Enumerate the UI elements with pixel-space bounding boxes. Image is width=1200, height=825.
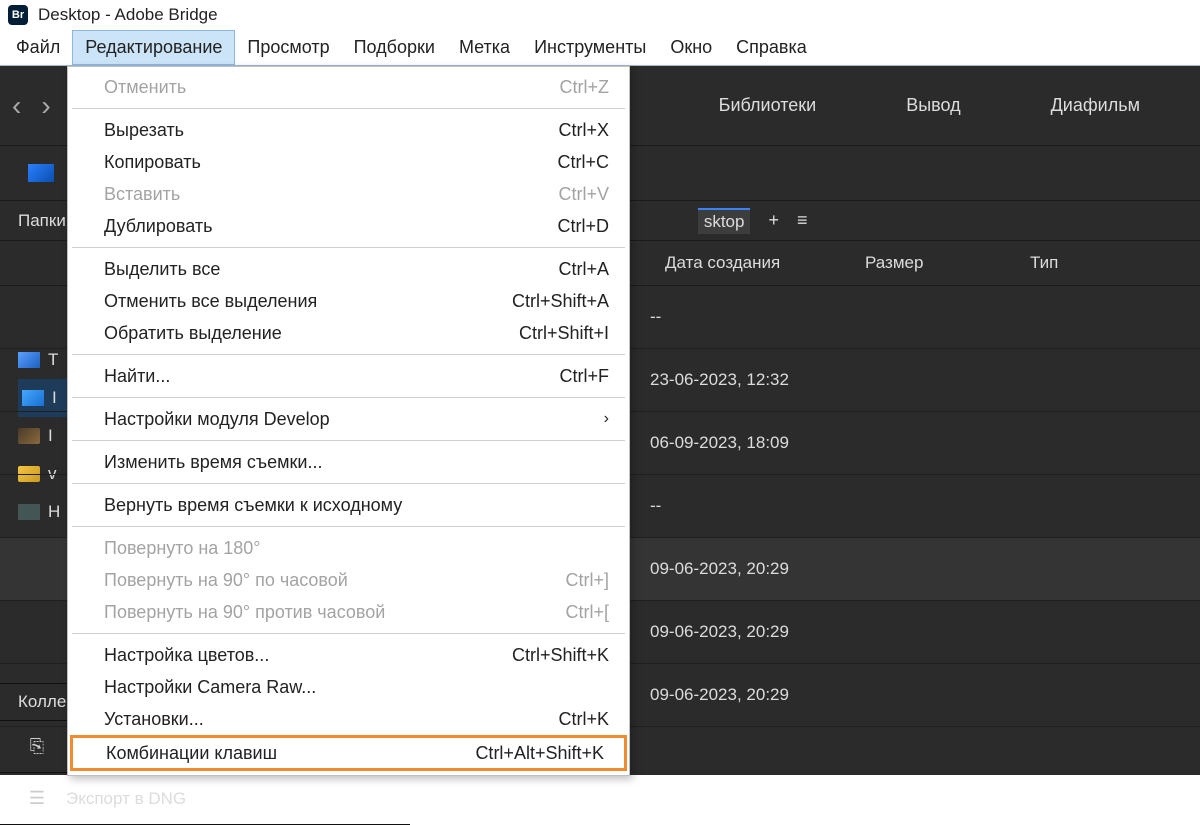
menu-item-shortcut: Ctrl+[ [565, 602, 609, 623]
tab-filmstrip[interactable]: Диафильм [1051, 95, 1140, 116]
export-dng-item[interactable]: ☰ Экспорт в DNG [0, 773, 410, 825]
menu-item-shortcut: Ctrl+X [558, 120, 609, 141]
list-icon: ☰ [26, 790, 48, 808]
hamburger-icon[interactable]: ≡ [797, 210, 808, 231]
col-size[interactable]: Размер [865, 253, 1030, 273]
menu-item[interactable]: Выделить все Ctrl+A [68, 253, 629, 285]
menu-item[interactable]: Отменить все выделения Ctrl+Shift+A [68, 285, 629, 317]
menu-item-shortcut: Ctrl+V [558, 184, 609, 205]
menu-item-label: Изменить время съемки... [104, 452, 322, 473]
col-date[interactable]: Дата создания [665, 253, 865, 273]
menu-tools[interactable]: Инструменты [522, 30, 658, 65]
menu-item[interactable]: Обратить выделение Ctrl+Shift+I [68, 317, 629, 349]
menu-item: Повернуть на 90° по часовой Ctrl+] [68, 564, 629, 596]
file-date: 09-06-2023, 20:29 [650, 685, 865, 705]
nav-forward-icon[interactable]: › [41, 90, 50, 122]
menu-item-shortcut: Ctrl+Shift+I [519, 323, 609, 344]
tab-output[interactable]: Вывод [906, 95, 960, 116]
menu-item-label: Найти... [104, 366, 170, 387]
menu-item-label: Установки... [104, 709, 204, 730]
file-date: -- [650, 307, 865, 327]
menu-item-label: Комбинации клавиш [106, 743, 277, 764]
desktop-icon[interactable] [28, 164, 54, 182]
file-date: 06-09-2023, 18:09 [650, 433, 865, 453]
menu-item[interactable]: Установки... Ctrl+K [68, 703, 629, 735]
menu-item[interactable]: Дублировать Ctrl+D [68, 210, 629, 242]
path-tab[interactable]: sktop [698, 208, 751, 234]
plus-icon[interactable]: + [768, 210, 779, 231]
menu-item: Отменить Ctrl+Z [68, 71, 629, 103]
menu-item[interactable]: Комбинации клавиш Ctrl+Alt+Shift+K [70, 735, 627, 771]
export-icon: ⎘ [26, 738, 48, 756]
menu-item-shortcut: Ctrl+Alt+Shift+K [475, 743, 604, 764]
menu-item-shortcut: Ctrl+Shift+K [512, 645, 609, 666]
menu-item-shortcut: Ctrl+A [558, 259, 609, 280]
file-date: -- [650, 496, 865, 516]
menu-item: Повернуто на 180° [68, 532, 629, 564]
submenu-arrow-icon: › [604, 410, 609, 428]
file-date: 23-06-2023, 12:32 [650, 370, 865, 390]
menu-item-shortcut: Ctrl+K [558, 709, 609, 730]
menu-item-label: Дублировать [104, 216, 212, 237]
col-type[interactable]: Тип [1030, 253, 1150, 273]
folders-panel-label[interactable]: Папки [0, 211, 66, 231]
menu-item-label: Отменить все выделения [104, 291, 317, 312]
menu-item-label: Вырезать [104, 120, 184, 141]
menu-item-label: Повернуть на 90° по часовой [104, 570, 348, 591]
menu-separator [72, 354, 625, 355]
menu-item-shortcut: Ctrl+C [557, 152, 609, 173]
menu-item[interactable]: Настройка цветов... Ctrl+Shift+K [68, 639, 629, 671]
menu-stacks[interactable]: Подборки [342, 30, 447, 65]
menu-separator [72, 633, 625, 634]
menu-item[interactable]: Изменить время съемки... [68, 446, 629, 478]
tab-libraries[interactable]: Библиотеки [719, 95, 817, 116]
menu-file[interactable]: Файл [4, 30, 72, 65]
menu-separator [72, 247, 625, 248]
menu-item-shortcut: Ctrl+Z [560, 77, 610, 98]
menu-item-shortcut: Ctrl+F [560, 366, 610, 387]
menu-item[interactable]: Найти... Ctrl+F [68, 360, 629, 392]
titlebar: Br Desktop - Adobe Bridge [0, 0, 1200, 30]
menu-item-label: Настройки Camera Raw... [104, 677, 316, 698]
menu-separator [72, 526, 625, 527]
menu-item-label: Отменить [104, 77, 186, 98]
file-date: 09-06-2023, 20:29 [650, 559, 865, 579]
menu-separator [72, 483, 625, 484]
edit-menu-dropdown: Отменить Ctrl+Z Вырезать Ctrl+X Копировать Ct… [67, 66, 630, 776]
menu-item-label: Вернуть время съемки к исходному [104, 495, 402, 516]
menu-item: Вставить Ctrl+V [68, 178, 629, 210]
menu-item-label: Повернуто на 180° [104, 538, 261, 559]
menu-item-shortcut: Ctrl+] [565, 570, 609, 591]
collections-text: Коллек [18, 692, 74, 712]
menu-separator [72, 397, 625, 398]
window-title: Desktop - Adobe Bridge [38, 5, 218, 25]
file-date: 09-06-2023, 20:29 [650, 622, 865, 642]
menu-separator [72, 440, 625, 441]
menu-item-shortcut: Ctrl+Shift+A [512, 291, 609, 312]
menu-item[interactable]: Вырезать Ctrl+X [68, 114, 629, 146]
menu-item[interactable]: Настройки Camera Raw... [68, 671, 629, 703]
menu-item-label: Обратить выделение [104, 323, 282, 344]
menu-separator [72, 108, 625, 109]
nav-back-icon[interactable]: ‹ [12, 90, 21, 122]
menu-item-label: Копировать [104, 152, 201, 173]
menu-item-label: Повернуть на 90° против часовой [104, 602, 385, 623]
menu-window[interactable]: Окно [658, 30, 724, 65]
menu-edit[interactable]: Редактирование [72, 30, 235, 65]
menu-item-shortcut: Ctrl+D [557, 216, 609, 237]
menu-item[interactable]: Настройки модуля Develop › [68, 403, 629, 435]
menu-item[interactable]: Копировать Ctrl+C [68, 146, 629, 178]
menubar: Файл Редактирование Просмотр Подборки Ме… [0, 30, 1200, 66]
menu-item-label: Настройки модуля Develop [104, 409, 330, 430]
menu-help[interactable]: Справка [724, 30, 819, 65]
app-icon: Br [8, 5, 28, 25]
menu-view[interactable]: Просмотр [235, 30, 341, 65]
export-label: Экспорт в DNG [66, 789, 186, 809]
menu-item-label: Выделить все [104, 259, 220, 280]
menu-label[interactable]: Метка [447, 30, 522, 65]
menu-item: Повернуть на 90° против часовой Ctrl+[ [68, 596, 629, 628]
menu-item-label: Вставить [104, 184, 180, 205]
menu-item[interactable]: Вернуть время съемки к исходному [68, 489, 629, 521]
menu-item-label: Настройка цветов... [104, 645, 269, 666]
